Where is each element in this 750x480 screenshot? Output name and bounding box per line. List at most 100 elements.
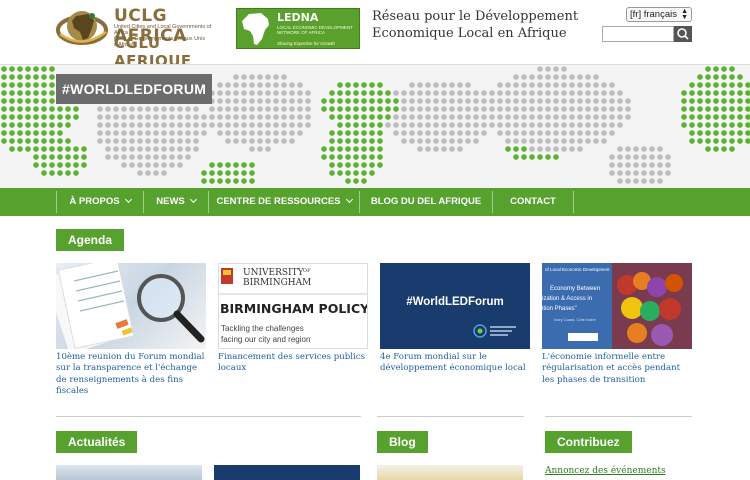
map-dot [369,170,375,176]
map-dot [329,98,335,104]
nav-item-centre-de-ressources[interactable]: CENTRE DE RESSOURCES [209,188,359,216]
map-dot [329,114,335,120]
map-dot [1,98,7,104]
map-dot [369,122,375,128]
map-dot [281,90,287,96]
agenda-card-caption[interactable]: 10ème reunion du Forum mondial sur la tr… [56,352,206,397]
map-dot [745,90,750,96]
map-dot [561,130,567,136]
map-dot [601,106,607,112]
map-dot [217,162,223,168]
map-dot [393,122,399,128]
map-dot [361,122,367,128]
map-dot [465,130,471,136]
agenda-card-caption[interactable]: L'économie informelle entre régularisati… [542,352,692,386]
announce-events-link[interactable]: Annoncez des événements [545,466,666,476]
map-dot [41,146,47,152]
map-dot [585,74,591,80]
map-dot [33,154,39,160]
map-dot [177,138,183,144]
map-dot [553,74,559,80]
map-dot [489,90,495,96]
map-dot [609,82,615,88]
map-dot [121,154,127,160]
map-dot [625,178,631,184]
map-dot [593,106,599,112]
map-dot [385,122,391,128]
map-dot [665,162,671,168]
map-dot [577,122,583,128]
map-dot [265,82,271,88]
map-dot [473,106,479,112]
map-dot [401,90,407,96]
map-dot [721,138,727,144]
blog-thumbnail[interactable] [377,465,523,480]
map-dot [249,162,255,168]
map-dot [49,162,55,168]
map-dot [9,82,15,88]
uclg-africa-logo[interactable]: UCLG AFRICA United Cities and Local Gove… [56,6,224,70]
agenda-card[interactable]: #WorldLEDForum 4e Forum mondial sur le d… [380,263,530,375]
nav-item-news[interactable]: NEWS [144,188,208,216]
map-dot [569,90,575,96]
map-dot [273,130,279,136]
map-dot [417,82,423,88]
map-dot [233,122,239,128]
map-dot [249,130,255,136]
map-dot [705,122,711,128]
map-dot [225,178,231,184]
agenda-card[interactable]: UNIVERSITY OF BIRMINGHAM BIRMINGHAM POLI… [218,263,368,375]
nav-item-contact[interactable]: CONTACT [493,188,573,216]
map-dot [633,154,639,160]
actualites-thumbnail[interactable] [214,465,360,480]
map-dot [225,90,231,96]
nav-item-blog-du-del-afrique[interactable]: BLOG DU DEL AFRIQUE [360,188,492,216]
map-dot [393,98,399,104]
map-dot [17,122,23,128]
map-dot [417,114,423,120]
map-dot [41,114,47,120]
map-dot [609,162,615,168]
agenda-card[interactable]: of Local Economic Development Economy Be… [542,263,692,386]
map-dot [577,138,583,144]
agenda-card-caption[interactable]: 4e Forum mondial sur le développement éc… [380,352,530,375]
map-dot [9,138,15,144]
map-dot [441,138,447,144]
map-dot [65,106,71,112]
map-dot [745,82,750,88]
agenda-card-caption[interactable]: Financement des services publics locaux [218,352,368,375]
map-dot [625,154,631,160]
map-dot [713,74,719,80]
actualites-heading: Actualités [56,431,138,453]
map-dot [9,114,15,120]
map-dot [169,114,175,120]
map-dot [737,130,743,136]
map-dot [57,106,63,112]
ledna-logo[interactable]: LEDNA LOCAL ECONOMIC DEVELOPMENT NETWORK… [236,8,360,49]
map-dot [561,138,567,144]
map-dot [153,130,159,136]
map-dot [705,98,711,104]
map-dot [689,106,695,112]
search-input[interactable] [602,26,674,42]
map-dot [241,178,247,184]
map-dot [593,98,599,104]
map-dot [185,154,191,160]
map-dot [465,98,471,104]
map-dot [49,98,55,104]
search-button[interactable] [674,26,692,42]
map-dot [281,82,287,88]
agenda-card[interactable]: 10ème reunion du Forum mondial sur la tr… [56,263,206,397]
map-dot [449,106,455,112]
map-dot [697,114,703,120]
agenda-heading: Agenda [56,229,125,251]
nav-item-a-propos[interactable]: À PROPOS [57,188,143,216]
map-dot [273,82,279,88]
map-dot [521,146,527,152]
map-dot [137,146,143,152]
map-dot [593,82,599,88]
map-dot [369,146,375,152]
actualites-thumbnail[interactable] [56,465,202,480]
map-dot [9,66,15,72]
language-select[interactable]: [fr] français ▲ ▼ [626,7,692,22]
